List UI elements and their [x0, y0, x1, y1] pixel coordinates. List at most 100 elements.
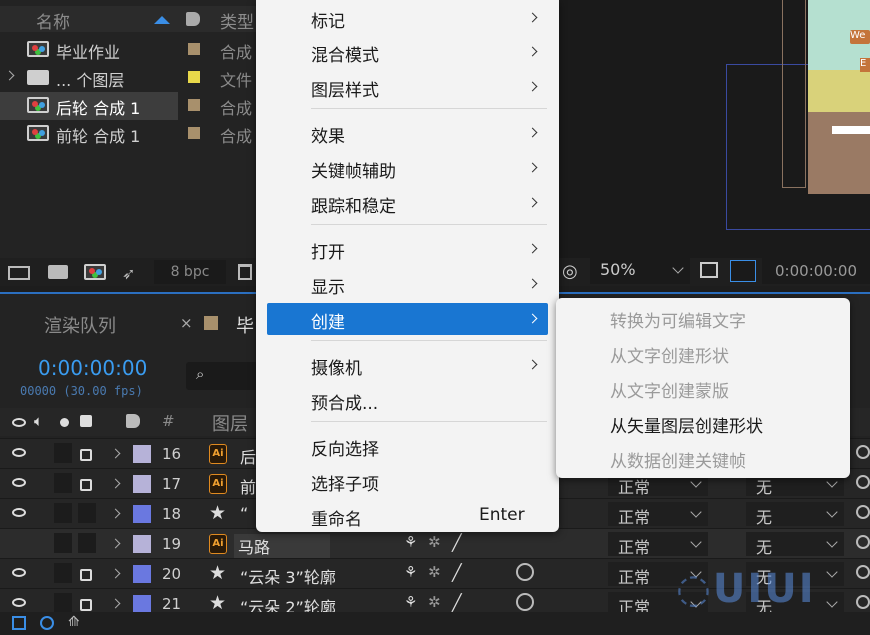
parent-pickwhip-icon[interactable]: [856, 505, 870, 519]
label-swatch[interactable]: [188, 71, 200, 83]
submenu-item[interactable]: 从矢量图层创建形状: [610, 412, 763, 437]
collapse-switch-icon[interactable]: ✲: [428, 533, 441, 551]
layer-row[interactable]: 19 Ai 马路 ⚘ ✲ ╱ 正常 无: [0, 528, 870, 559]
visibility-toggle-icon[interactable]: [12, 598, 26, 607]
tab-composition[interactable]: 毕: [236, 312, 254, 338]
project-item[interactable]: 毕业作业 合成: [0, 36, 260, 64]
visibility-toggle-icon[interactable]: [12, 568, 26, 577]
solo-switch[interactable]: [54, 473, 72, 493]
sort-ascending-icon[interactable]: [154, 16, 170, 24]
parent-pickwhip-icon[interactable]: [856, 475, 870, 489]
expand-chevron-icon[interactable]: [110, 448, 121, 459]
channel-mask-icon[interactable]: ◎: [562, 261, 578, 282]
bit-depth-button[interactable]: 8 bpc: [154, 260, 226, 284]
expand-chevron-icon[interactable]: [110, 568, 121, 579]
motion-blur-icon[interactable]: [516, 593, 534, 611]
menu-item[interactable]: 预合成...: [267, 384, 548, 416]
shy-switch-icon[interactable]: ⚘: [404, 563, 417, 581]
expand-chevron-icon[interactable]: [110, 508, 121, 519]
lock-icon[interactable]: [80, 479, 92, 491]
menu-item[interactable]: 效果: [267, 117, 548, 149]
layer-search-input[interactable]: ⌕: [186, 362, 260, 390]
expand-chevron-icon[interactable]: [110, 538, 121, 549]
shy-switch-icon[interactable]: ⚘: [404, 533, 417, 551]
project-item[interactable]: ... 个图层 文件: [0, 64, 260, 92]
quality-switch-icon[interactable]: ╱: [452, 593, 462, 612]
quality-switch-icon[interactable]: ╱: [452, 563, 462, 582]
column-type-header[interactable]: 类型: [220, 8, 254, 33]
collapse-switch-icon[interactable]: ✲: [428, 563, 441, 581]
label-tag-icon[interactable]: [126, 414, 140, 428]
motion-blur-icon[interactable]: [516, 563, 534, 581]
label-swatch[interactable]: [188, 127, 200, 139]
menu-item[interactable]: 重命名 Enter: [267, 500, 548, 532]
label-swatch[interactable]: [133, 445, 151, 463]
parent-pickwhip-icon[interactable]: [856, 445, 870, 459]
toggle-modes-icon[interactable]: [40, 616, 54, 630]
mask-path-toggle-icon[interactable]: [730, 260, 756, 282]
timecode-display[interactable]: 0:00:00:00: [762, 258, 870, 284]
current-time-display[interactable]: 0:00:00:00: [38, 356, 147, 380]
parent-pickwhip-icon[interactable]: [856, 595, 870, 609]
layer-name[interactable]: 马路: [234, 534, 331, 558]
region-of-interest-icon[interactable]: [700, 262, 718, 278]
solo-switch[interactable]: [54, 593, 72, 613]
menu-item[interactable]: 跟踪和稳定: [267, 187, 548, 219]
column-layer-name[interactable]: 图层: [212, 410, 248, 436]
track-matte-dropdown[interactable]: 无: [746, 532, 844, 557]
expand-chevron-icon[interactable]: [110, 478, 121, 489]
visibility-toggle-icon[interactable]: [12, 508, 26, 517]
parent-pickwhip-icon[interactable]: [856, 565, 870, 579]
shy-switch-icon[interactable]: ⚘: [404, 593, 417, 611]
solo-switch[interactable]: [54, 443, 72, 463]
trash-icon[interactable]: [238, 264, 252, 280]
layer-name[interactable]: “云朵 3”轮廓: [240, 564, 336, 588]
lock-switch[interactable]: [78, 533, 96, 553]
label-swatch[interactable]: [133, 505, 151, 523]
close-tab-icon[interactable]: ×: [180, 314, 193, 332]
menu-item[interactable]: 标记: [267, 2, 548, 34]
menu-item[interactable]: 打开: [267, 233, 548, 265]
label-swatch[interactable]: [133, 595, 151, 613]
project-item-selected[interactable]: 后轮 合成 1: [0, 92, 178, 120]
visibility-toggle-icon[interactable]: [12, 478, 26, 487]
menu-item[interactable]: 选择子项: [267, 465, 548, 497]
layer-name[interactable]: “: [240, 504, 248, 523]
blend-mode-dropdown[interactable]: 正常: [608, 532, 708, 557]
parent-pickwhip-icon[interactable]: [856, 535, 870, 549]
tab-render-queue[interactable]: 渲染队列: [44, 312, 116, 338]
solo-switch[interactable]: [54, 503, 72, 523]
audio-column-icon[interactable]: 🔈︎: [34, 412, 43, 430]
lock-column-icon[interactable]: [80, 415, 92, 427]
interpret-footage-icon[interactable]: [8, 266, 30, 280]
menu-item[interactable]: 反向选择: [267, 430, 548, 462]
label-swatch[interactable]: [188, 99, 200, 111]
toggle-switches-icon[interactable]: [12, 616, 26, 630]
label-swatch[interactable]: [133, 475, 151, 493]
layer-name[interactable]: 前: [240, 474, 256, 498]
solo-switch[interactable]: [54, 563, 72, 583]
menu-item[interactable]: 混合模式: [267, 36, 548, 68]
menu-item[interactable]: 摄像机: [267, 349, 548, 381]
layer-name[interactable]: 后: [240, 444, 256, 468]
track-matte-dropdown[interactable]: 无: [746, 502, 844, 527]
zoom-dropdown[interactable]: 50%: [590, 258, 690, 284]
toggle-in-out-icon[interactable]: ⟰: [68, 614, 80, 630]
solo-column-icon[interactable]: [60, 418, 69, 427]
solo-switch[interactable]: [54, 533, 72, 553]
label-swatch[interactable]: [188, 43, 200, 55]
column-name-header[interactable]: 名称: [36, 8, 70, 33]
label-swatch[interactable]: [133, 535, 151, 553]
composition-viewer[interactable]: We E: [560, 0, 870, 258]
menu-item[interactable]: 创建: [267, 303, 548, 335]
quality-switch-icon[interactable]: ╱: [452, 533, 462, 552]
visibility-toggle-icon[interactable]: [12, 448, 26, 457]
new-composition-icon[interactable]: [84, 264, 106, 280]
menu-item[interactable]: 关键帧辅助: [267, 152, 548, 184]
lock-icon[interactable]: [80, 599, 92, 611]
new-folder-icon[interactable]: [48, 265, 68, 279]
label-swatch[interactable]: [133, 565, 151, 583]
rocket-icon[interactable]: ➶: [122, 264, 135, 283]
menu-item[interactable]: 显示: [267, 268, 548, 300]
visibility-column-icon[interactable]: [12, 418, 26, 427]
